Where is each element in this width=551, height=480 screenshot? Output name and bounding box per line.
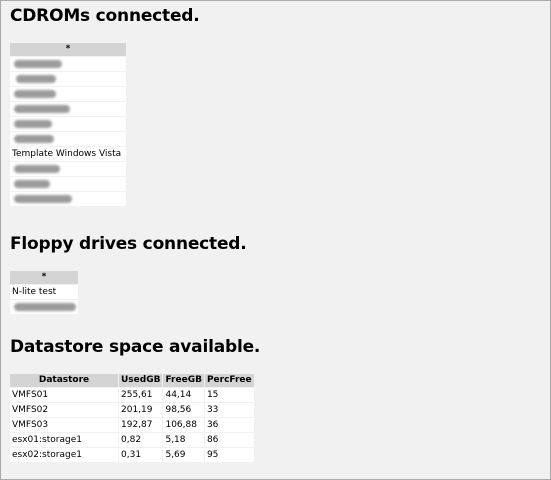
table-row — [10, 300, 78, 314]
table-row — [10, 102, 126, 116]
column-header-usedgb: UsedGB — [119, 374, 163, 387]
floppy-item-cell: N-lite test — [10, 285, 78, 299]
cdrom-section-title: CDROMs connected. — [10, 6, 200, 26]
perc-free-cell: 15 — [204, 388, 254, 402]
redacted-cell — [10, 102, 126, 116]
redacted-cell — [10, 87, 126, 101]
table-row: N-lite test — [10, 285, 78, 299]
perc-free-cell: 86 — [204, 433, 254, 447]
table-row — [10, 57, 126, 71]
datastore-section-title: Datastore space available. — [10, 337, 261, 357]
datastore-table: Datastore UsedGB FreeGB PercFree VMFS01 … — [9, 373, 255, 463]
redacted-cell — [10, 162, 126, 176]
cdrom-column-header: * — [10, 43, 126, 56]
perc-free-cell: 36 — [204, 418, 254, 432]
table-row: VMFS02 201,19 98,56 33 — [10, 403, 254, 417]
redacted-cell — [10, 192, 126, 206]
floppy-column-header: * — [10, 271, 78, 284]
table-row — [10, 177, 126, 191]
used-gb-cell: 0,31 — [119, 448, 163, 462]
table-row: esx01:storage1 0,82 5,18 86 — [10, 433, 254, 447]
free-gb-cell: 98,56 — [163, 403, 204, 417]
perc-free-cell: 33 — [204, 403, 254, 417]
redacted-cell — [10, 117, 126, 131]
table-row: VMFS01 255,61 44,14 15 — [10, 388, 254, 402]
redacted-cell — [10, 57, 126, 71]
cdrom-table: * Template Windows Vista — [9, 42, 127, 207]
column-header-datastore: Datastore — [10, 374, 118, 387]
datastore-name-cell: VMFS03 — [10, 418, 118, 432]
datastore-name-cell: esx02:storage1 — [10, 448, 118, 462]
used-gb-cell: 0,82 — [119, 433, 163, 447]
table-row — [10, 117, 126, 131]
table-row: Template Windows Vista — [10, 147, 126, 161]
cdrom-item-cell: Template Windows Vista — [10, 147, 126, 161]
free-gb-cell: 5,69 — [163, 448, 204, 462]
table-row — [10, 87, 126, 101]
redacted-cell — [10, 132, 126, 146]
column-header-percfree: PercFree — [204, 374, 254, 387]
datastore-header-row: Datastore UsedGB FreeGB PercFree — [10, 374, 254, 387]
redacted-cell — [10, 300, 78, 314]
table-row — [10, 132, 126, 146]
floppy-section-title: Floppy drives connected. — [10, 234, 247, 254]
datastore-name-cell: VMFS01 — [10, 388, 118, 402]
free-gb-cell: 106,88 — [163, 418, 204, 432]
datastore-name-cell: VMFS02 — [10, 403, 118, 417]
floppy-table: * N-lite test — [9, 270, 79, 315]
table-row: VMFS03 192,87 106,88 36 — [10, 418, 254, 432]
redacted-cell — [10, 177, 126, 191]
table-row — [10, 162, 126, 176]
column-header-freegb: FreeGB — [163, 374, 204, 387]
redacted-cell — [10, 72, 126, 86]
table-row — [10, 192, 126, 206]
free-gb-cell: 5,18 — [163, 433, 204, 447]
table-row: esx02:storage1 0,31 5,69 95 — [10, 448, 254, 462]
used-gb-cell: 192,87 — [119, 418, 163, 432]
free-gb-cell: 44,14 — [163, 388, 204, 402]
perc-free-cell: 95 — [204, 448, 254, 462]
used-gb-cell: 255,61 — [119, 388, 163, 402]
table-row — [10, 72, 126, 86]
used-gb-cell: 201,19 — [119, 403, 163, 417]
datastore-name-cell: esx01:storage1 — [10, 433, 118, 447]
